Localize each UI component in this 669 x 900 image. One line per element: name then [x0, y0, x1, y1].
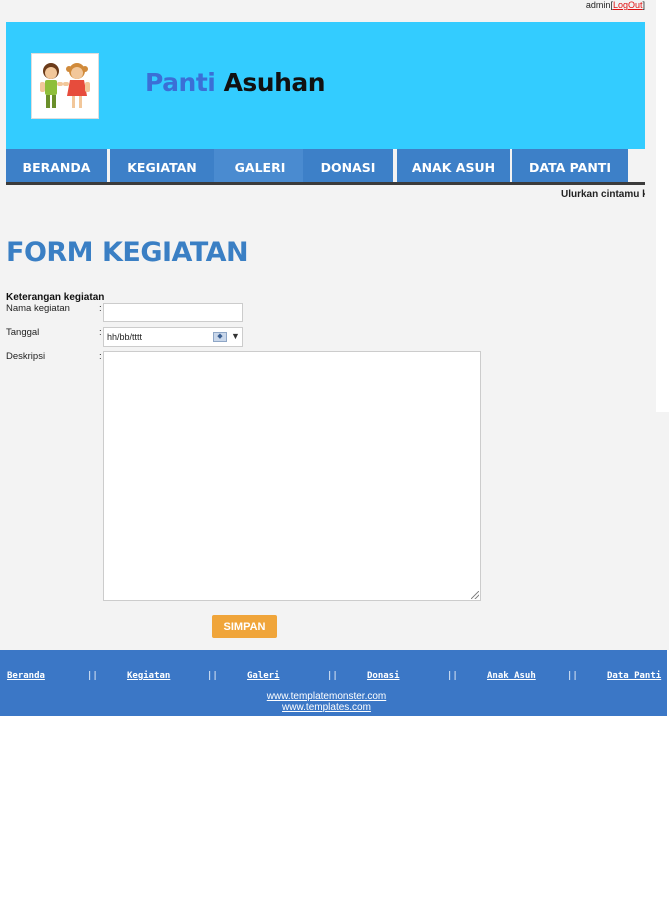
dropdown-arrow-icon[interactable]: ▼ [231, 331, 240, 341]
footer: Beranda || Kegiatan || Galeri || Donasi … [0, 650, 667, 716]
footer-link-data-panti[interactable]: Data Panti [607, 671, 661, 681]
marquee-text: Ulurkan cintamu k [561, 189, 645, 200]
children-logo-icon [31, 53, 99, 119]
site-title: Panti Asuhan [145, 68, 326, 97]
name-label: Nama kegiatan [6, 303, 70, 314]
date-placeholder: hh/bb/tttt [107, 332, 143, 342]
footer-separator: || [87, 671, 98, 681]
activity-name-input[interactable] [103, 303, 243, 322]
resize-handle-icon[interactable] [471, 591, 479, 599]
footer-link-galeri[interactable]: Galeri [247, 671, 280, 681]
description-textarea[interactable] [103, 351, 481, 601]
page-title: FORM KEGIATAN [6, 237, 249, 268]
spinner-icon[interactable]: ◆ [213, 332, 227, 342]
footer-separator: || [447, 671, 458, 681]
username: admin [585, 0, 611, 10]
main-nav: BERANDA KEGIATAN GALERI DONASI ANAK ASUH… [6, 149, 645, 185]
save-button[interactable]: SIMPAN [212, 615, 277, 638]
date-label: Tanggal [6, 327, 40, 338]
section-label: Keterangan kegiatan [6, 292, 105, 303]
footer-separator: || [207, 671, 218, 681]
footer-link-donasi[interactable]: Donasi [367, 671, 400, 681]
footer-url-templatemonster[interactable]: www.templatemonster.com [0, 691, 653, 702]
nav-item-donasi[interactable]: DONASI [303, 149, 393, 182]
site-header: Panti Asuhan [6, 22, 645, 149]
nav-item-beranda[interactable]: BERANDA [6, 149, 107, 182]
nav-item-data-panti[interactable]: DATA PANTI [512, 149, 628, 182]
date-input[interactable]: hh/bb/tttt ◆ ▼ [103, 327, 243, 347]
description-label: Deskripsi [6, 351, 46, 362]
footer-url-templates[interactable]: www.templates.com [0, 702, 653, 713]
user-bar: admin[LogOut] [585, 0, 645, 10]
footer-separator: || [567, 671, 578, 681]
colon: : [99, 327, 102, 338]
footer-separator: || [327, 671, 338, 681]
footer-link-anak-asuh[interactable]: Anak Asuh [487, 671, 536, 681]
colon: : [99, 351, 102, 362]
colon: : [99, 303, 102, 314]
footer-link-kegiatan[interactable]: Kegiatan [127, 671, 170, 681]
nav-item-kegiatan[interactable]: KEGIATAN [110, 149, 214, 182]
logout-link[interactable]: LogOut [613, 0, 643, 10]
nav-item-galeri[interactable]: GALERI [214, 149, 306, 182]
footer-link-beranda[interactable]: Beranda [7, 671, 45, 681]
nav-item-anak-asuh[interactable]: ANAK ASUH [397, 149, 510, 182]
